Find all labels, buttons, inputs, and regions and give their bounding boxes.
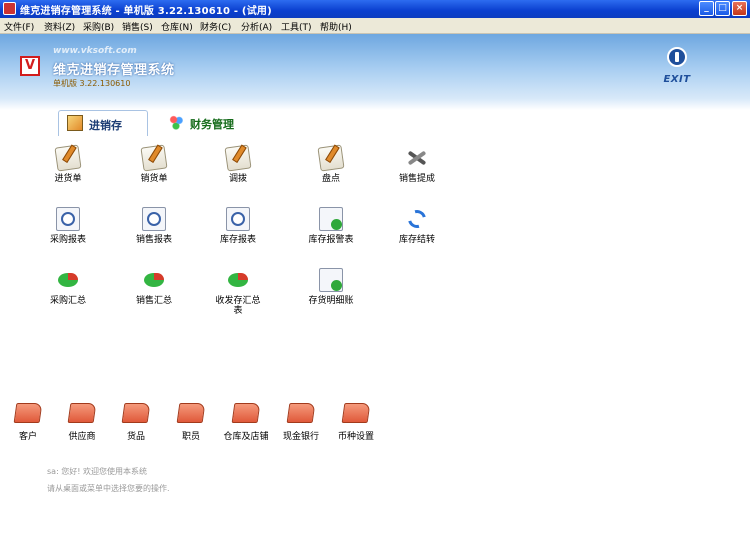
module-label: 存货明细账 xyxy=(308,296,354,306)
module-label: 进货单 xyxy=(54,174,82,184)
module-inout-summary[interactable]: 收发存汇总表 xyxy=(203,268,273,316)
module-stocktake[interactable]: 盘点 xyxy=(296,144,366,184)
module-label: 采购报表 xyxy=(49,235,86,245)
menu-file[interactable]: 文件(F) xyxy=(4,20,34,33)
report-alarm-icon xyxy=(319,207,343,231)
app-title: 维克进销存管理系统 xyxy=(53,63,175,78)
tab-inventory[interactable]: 进销存 xyxy=(58,110,148,136)
edit-form-icon xyxy=(54,144,82,172)
sync-icon xyxy=(405,207,429,231)
report-clock-icon xyxy=(226,207,250,231)
module-sales-summary[interactable]: 销售汇总 xyxy=(119,268,189,306)
instruction-message: 请从桌面或菜单中选择您要的操作. xyxy=(47,484,170,493)
menu-tools[interactable]: 工具(T) xyxy=(281,20,312,33)
basic-label: 币种设置 xyxy=(337,432,374,442)
basic-label: 客户 xyxy=(18,432,37,442)
module-inventory-report[interactable]: 库存报表 xyxy=(203,207,273,245)
menu-bar: 文件(F) 资料(Z) 采购(B) 销售(S) 仓库(N) 财务(C) 分析(A… xyxy=(0,18,750,34)
app-icon xyxy=(3,2,16,15)
finance-icon xyxy=(168,114,184,130)
module-stock-alarm-report[interactable]: 库存报警表 xyxy=(296,207,366,245)
menu-finance[interactable]: 财务(C) xyxy=(200,20,231,33)
menu-help[interactable]: 帮助(H) xyxy=(320,20,352,33)
window-title-bar[interactable]: 维克进销存管理系统 - 单机版 3.22.130610 - (试用) _ □ × xyxy=(0,0,750,18)
basic-suppliers[interactable]: 供应商 xyxy=(54,403,110,442)
basic-customers[interactable]: 客户 xyxy=(0,403,56,442)
module-purchase-summary[interactable]: 采购汇总 xyxy=(33,268,103,306)
module-label: 库存报表 xyxy=(219,235,256,245)
folder-icon xyxy=(13,403,43,423)
folder-icon xyxy=(67,403,97,423)
pie-chart-icon xyxy=(56,268,80,292)
tab-label: 财务管理 xyxy=(190,118,234,131)
tab-finance[interactable]: 财务管理 xyxy=(160,110,250,136)
module-label: 库存报警表 xyxy=(308,235,354,245)
basic-warehouses-stores[interactable]: 仓库及店铺 xyxy=(218,403,274,442)
module-label: 收发存汇总表 xyxy=(215,296,261,316)
menu-sales[interactable]: 销售(S) xyxy=(122,20,153,33)
exit-button[interactable]: EXIT xyxy=(661,47,693,87)
edit-form-icon xyxy=(140,144,168,172)
module-transfer[interactable]: 调拨 xyxy=(203,144,273,184)
module-inventory-ledger[interactable]: 存货明细账 xyxy=(296,268,366,306)
module-label: 库存结转 xyxy=(398,235,435,245)
basic-cash-bank[interactable]: 现金银行 xyxy=(273,403,329,442)
module-purchase-order[interactable]: 进货单 xyxy=(33,144,103,184)
vksoft-logo: V xyxy=(20,56,40,76)
basic-label: 仓库及店铺 xyxy=(223,432,269,442)
module-label: 销售报表 xyxy=(135,235,172,245)
module-label: 采购汇总 xyxy=(49,296,86,306)
module-label: 销售汇总 xyxy=(135,296,172,306)
power-icon xyxy=(667,47,687,67)
tools-icon xyxy=(405,146,429,170)
module-label: 盘点 xyxy=(321,174,340,184)
pie-chart-icon xyxy=(142,268,166,292)
invoice-icon xyxy=(67,115,83,131)
menu-data[interactable]: 资料(Z) xyxy=(44,20,75,33)
folder-icon xyxy=(341,403,371,423)
app-version: 单机版 3.22.130610 xyxy=(53,79,131,88)
minimize-button[interactable]: _ xyxy=(699,1,714,16)
basic-goods[interactable]: 货品 xyxy=(108,403,164,442)
close-button[interactable]: × xyxy=(732,1,747,16)
welcome-message: sa: 您好! 欢迎您使用本系统 xyxy=(47,467,148,476)
module-label: 销售提成 xyxy=(398,174,435,184)
basic-label: 供应商 xyxy=(68,432,96,442)
basic-staff[interactable]: 职员 xyxy=(163,403,219,442)
edit-form-icon xyxy=(224,144,252,172)
report-clock-icon xyxy=(142,207,166,231)
module-purchase-report[interactable]: 采购报表 xyxy=(33,207,103,245)
report-alarm-icon xyxy=(319,268,343,292)
menu-analysis[interactable]: 分析(A) xyxy=(241,20,272,33)
pie-chart-icon xyxy=(226,268,250,292)
tab-label: 进销存 xyxy=(89,119,122,132)
module-label: 销货单 xyxy=(140,174,168,184)
basic-label: 货品 xyxy=(126,432,145,442)
module-label: 调拨 xyxy=(228,174,247,184)
folder-icon xyxy=(231,403,261,423)
folder-icon xyxy=(286,403,316,423)
folder-icon xyxy=(121,403,151,423)
menu-warehouse[interactable]: 仓库(N) xyxy=(161,20,193,33)
window-title: 维克进销存管理系统 - 单机版 3.22.130610 - (试用) xyxy=(20,6,272,17)
module-sales-order[interactable]: 销货单 xyxy=(119,144,189,184)
module-stock-carryover[interactable]: 库存结转 xyxy=(382,207,452,245)
folder-icon xyxy=(176,403,206,423)
module-sales-commission[interactable]: 销售提成 xyxy=(382,146,452,184)
site-url: www.vksoft.com xyxy=(53,46,137,56)
edit-form-icon xyxy=(317,144,345,172)
basic-label: 职员 xyxy=(181,432,200,442)
maximize-button[interactable]: □ xyxy=(715,1,730,16)
report-clock-icon xyxy=(56,207,80,231)
menu-purchase[interactable]: 采购(B) xyxy=(83,20,114,33)
exit-label: EXIT xyxy=(663,74,691,85)
basic-currency-settings[interactable]: 币种设置 xyxy=(328,403,384,442)
basic-label: 现金银行 xyxy=(282,432,319,442)
module-sales-report[interactable]: 销售报表 xyxy=(119,207,189,245)
